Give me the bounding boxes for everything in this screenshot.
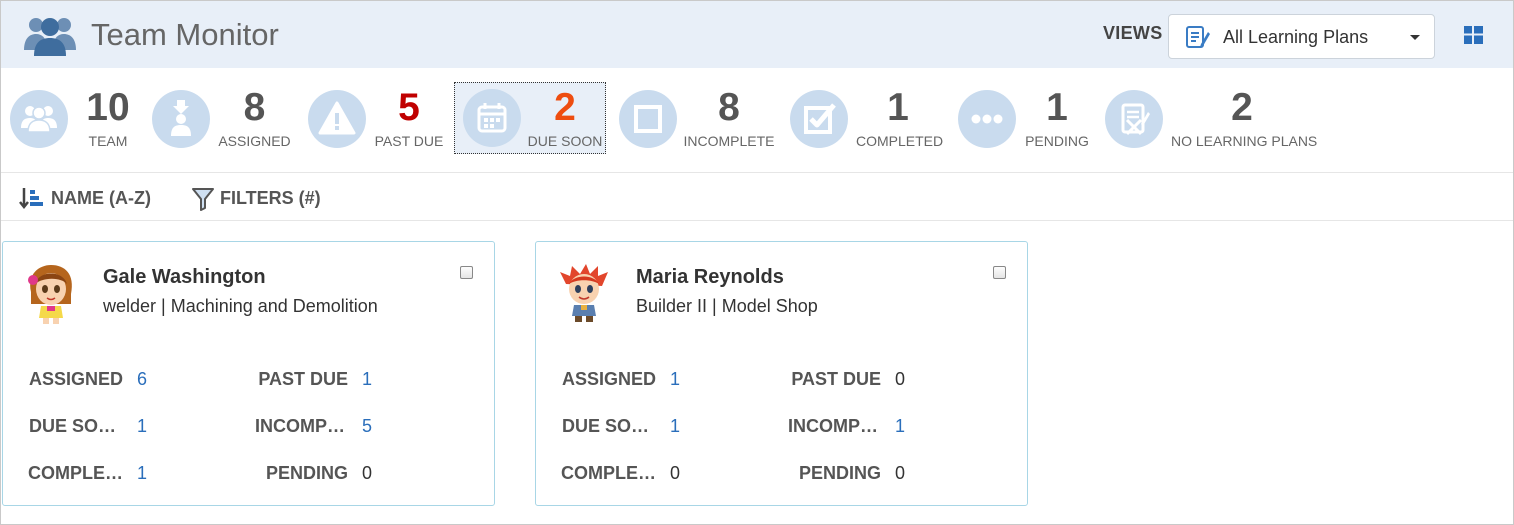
member-role: Builder II | Model Shop [636,296,818,316]
assigned-value[interactable]: 1 [670,369,680,390]
grid-view-icon[interactable] [1464,26,1483,44]
stat-value: 8 [243,86,266,129]
completed-value[interactable]: 1 [137,463,147,484]
past-due-value: 0 [895,369,906,389]
due-soon-value[interactable]: 1 [670,416,680,437]
stat-no-learning-plans[interactable]: 2 NO LEARNING PLANS [1105,81,1325,158]
views-dropdown[interactable]: All Learning Plans [1168,14,1435,59]
member-role: welder | Machining and Demolition [103,296,378,316]
completed-label: COMPLE… [560,463,656,483]
learning-plan-doc-icon [1186,26,1210,48]
assigned-value[interactable]: 6 [137,369,147,390]
past-due-label: PAST DUE [791,369,881,389]
member-name[interactable]: Gale Washington [103,266,266,289]
stat-label: INCOMPLETE [683,133,775,149]
views-label: VIEWS [1103,23,1163,43]
pending-value: 0 [362,463,373,483]
stat-label: PENDING [1025,133,1089,149]
empty-square-icon [619,90,677,148]
avatar [560,264,608,322]
member-name[interactable]: Maria Reynolds [636,266,784,289]
stat-value: 5 [398,86,420,129]
team-icon [24,18,76,56]
stat-label: DUE SOON [527,133,603,149]
stat-label: PAST DUE [374,133,444,149]
due-soon-value[interactable]: 1 [137,416,147,437]
due-soon-label: DUE SO… [561,416,649,436]
filter-funnel-icon [192,188,214,211]
pending-value: 0 [895,463,906,483]
stat-value: 2 [1231,86,1253,129]
stats-bar: 10 TEAM 8 ASSIGNED 5 PAST DUE 2 DUE SOON… [1,68,1513,173]
assigned-label: ASSIGNED [561,369,656,389]
stat-assigned[interactable]: 8 ASSIGNED [152,81,292,158]
pending-label: PENDING [798,463,881,483]
stat-label: TEAM [88,133,128,149]
filters-label: FILTERS (#) [220,188,321,208]
past-due-value[interactable]: 1 [362,369,372,390]
stat-completed[interactable]: 1 COMPLETED [790,81,950,158]
header-bar: Team Monitor VIEWS All Learning Plans [1,1,1513,68]
incomplete-value[interactable]: 1 [895,416,905,437]
incomplete-value[interactable]: 5 [362,416,372,437]
incomplete-label: INCOMP… [788,416,878,436]
chevron-down-icon [1410,35,1420,40]
stat-incomplete[interactable]: 8 INCOMPLETE [619,81,779,158]
crossed-document-icon [1105,90,1163,148]
calendar-icon [463,89,521,147]
stat-label: NO LEARNING PLANS [1171,133,1318,149]
stat-team[interactable]: 10 TEAM [10,81,140,158]
avatar [28,265,72,324]
stat-past-due[interactable]: 5 PAST DUE [308,81,448,158]
sort-button[interactable]: NAME (A-Z) [19,187,159,209]
select-checkbox[interactable] [460,266,473,279]
checked-box-icon [790,90,848,148]
stat-value: 1 [1046,86,1068,129]
views-selected-value: All Learning Plans [1223,27,1369,47]
sort-ascending-icon [19,188,43,209]
stat-due-soon[interactable]: 2 DUE SOON [454,82,606,154]
past-due-label: PAST DUE [258,369,348,389]
stat-value: 8 [718,86,740,129]
select-checkbox[interactable] [993,266,1006,279]
warning-icon [308,90,366,148]
stat-value: 1 [887,86,909,129]
toolbar: NAME (A-Z) FILTERS (#) [1,174,1513,221]
incomplete-label: INCOMP… [255,416,345,436]
due-soon-label: DUE SO… [28,416,116,436]
filters-button[interactable]: FILTERS (#) [191,187,331,211]
page-title: Team Monitor [91,17,279,52]
team-member-card[interactable]: Maria Reynolds Builder II | Model Shop A… [535,241,1028,506]
pending-label: PENDING [265,463,348,483]
stat-value: 2 [554,86,576,129]
stat-value: 10 [86,86,130,129]
team-member-card[interactable]: Gale Washington welder | Machining and D… [2,241,495,506]
stat-pending[interactable]: 1 PENDING [958,81,1098,158]
completed-value: 0 [670,463,681,483]
stat-label: COMPLETED [856,133,944,149]
assigned-label: ASSIGNED [28,369,123,389]
assigned-person-icon [152,90,210,148]
sort-label: NAME (A-Z) [51,188,151,208]
completed-label: COMPLE… [27,463,123,483]
ellipsis-icon [958,90,1016,148]
stat-label: ASSIGNED [218,133,291,149]
team-icon [10,90,68,148]
